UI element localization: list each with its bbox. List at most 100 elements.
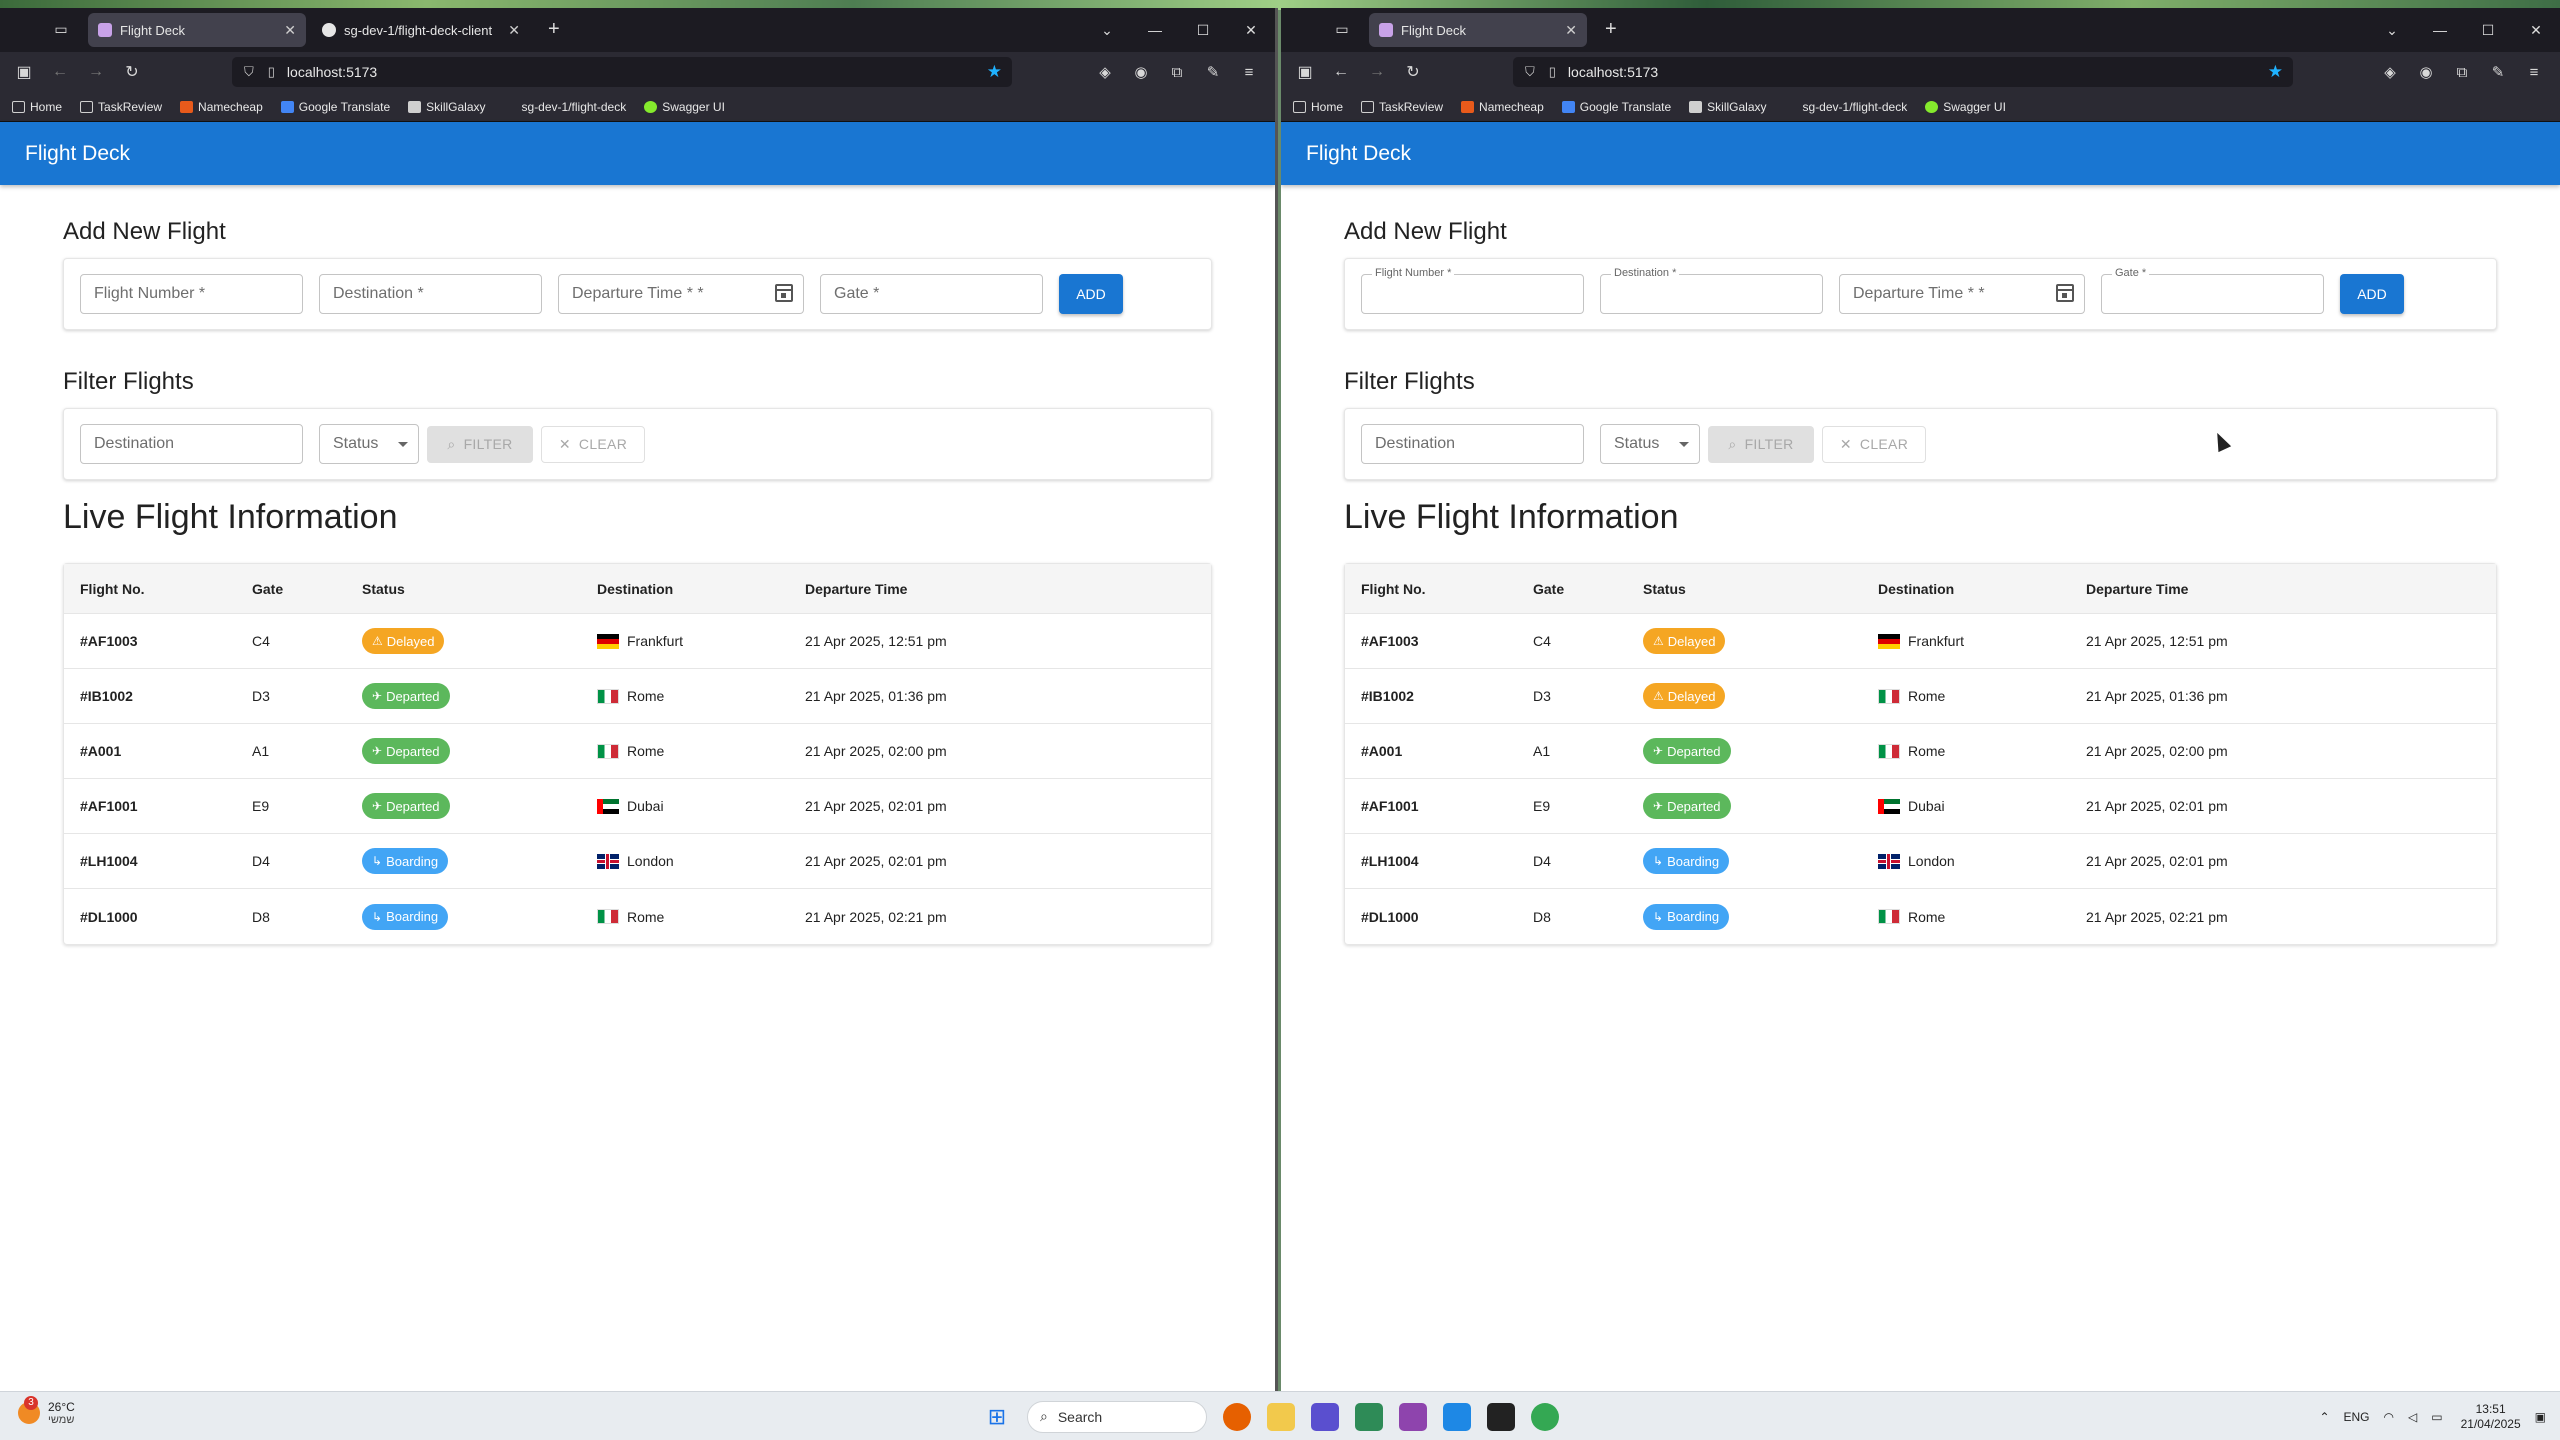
bookmark-namecheap[interactable]: Namecheap <box>180 100 263 114</box>
table-row[interactable]: #LH1004 D4 ↳ Boarding London 21 Apr 2025, 02:… <box>64 834 1211 889</box>
tab-github-client[interactable]: sg-dev-1/flight-deck-client ✕ <box>312 13 530 47</box>
departure-time-input[interactable]: Departure Time * * <box>1839 274 2085 314</box>
gate-input[interactable]: Gate * <box>820 274 1043 314</box>
forward-icon[interactable]: → <box>1359 63 1395 81</box>
header-flight-no[interactable]: Flight No. <box>1361 564 1426 613</box>
status-select[interactable]: Status <box>319 424 419 464</box>
close-window-icon[interactable]: ✕ <box>1227 22 1275 39</box>
firefox-icon[interactable] <box>1223 1402 1251 1431</box>
gate-input[interactable]: Gate * <box>2101 267 2324 314</box>
table-row[interactable]: #A001 A1 ✈ Departed Rome 21 Apr 2025, 02:00 p… <box>64 724 1211 779</box>
reload-icon[interactable]: ↻ <box>114 62 150 82</box>
header-departure-time[interactable]: Departure Time <box>805 564 907 613</box>
add-button[interactable]: ADD <box>2340 274 2404 314</box>
status-select[interactable]: Status <box>1600 424 1700 464</box>
list-all-tabs-icon[interactable]: ⌄ <box>2368 22 2416 39</box>
destination-input[interactable]: Destination * <box>1600 267 1823 314</box>
reload-icon[interactable]: ↻ <box>1395 62 1431 82</box>
chevron-up-icon[interactable]: ⌃ <box>2319 1410 2329 1424</box>
notes-icon[interactable] <box>1355 1402 1383 1431</box>
table-row[interactable]: #AF1003 C4 ⚠ Delayed Frankfurt 21 Apr 2025, 1… <box>1345 614 2496 669</box>
bookmark-namecheap[interactable]: Namecheap <box>1461 100 1544 114</box>
header-status[interactable]: Status <box>362 564 405 613</box>
bookmark-swagger[interactable]: Swagger UI <box>1925 100 2006 114</box>
edit-icon[interactable]: ✎ <box>1195 63 1231 81</box>
destination-filter-input[interactable]: Destination <box>80 424 303 464</box>
minimize-icon[interactable]: — <box>2416 22 2464 38</box>
maximize-icon[interactable]: ☐ <box>1179 22 1227 39</box>
new-tab-button[interactable]: + <box>548 18 560 40</box>
calendar-icon[interactable] <box>775 284 793 302</box>
bookmark-swagger[interactable]: Swagger UI <box>644 100 725 114</box>
clear-button[interactable]: ✕ CLEAR <box>541 425 645 463</box>
bookmark-google-translate[interactable]: Google Translate <box>280 100 390 114</box>
table-row[interactable]: #AF1001 E9 ✈ Departed Dubai 21 Apr 2025, 02:0… <box>1345 779 2496 834</box>
weather-widget[interactable]: 3 26°C שמשי <box>18 1396 75 1426</box>
filter-button[interactable]: ⌕ FILTER <box>427 425 533 463</box>
back-icon[interactable]: ← <box>1323 63 1359 81</box>
tab-list-icon[interactable]: ▭ <box>1329 18 1355 40</box>
back-icon[interactable]: ← <box>42 63 78 81</box>
list-all-tabs-icon[interactable]: ⌄ <box>1083 22 1131 39</box>
header-flight-no[interactable]: Flight No. <box>80 564 145 613</box>
visual-studio-icon[interactable] <box>1399 1402 1427 1431</box>
sidebar-toggle-icon[interactable]: ▣ <box>6 62 42 82</box>
bookmark-home[interactable]: Home <box>12 100 62 114</box>
sidebar-toggle-icon[interactable]: ▣ <box>1287 62 1323 82</box>
forward-icon[interactable]: → <box>78 63 114 81</box>
destination-input[interactable]: Destination * <box>319 274 542 314</box>
bookmark-skillgalaxy[interactable]: SkillGalaxy <box>408 100 486 114</box>
header-destination[interactable]: Destination <box>1878 564 1954 613</box>
table-row[interactable]: #IB1002 D3 ⚠ Delayed Rome 21 Apr 2025, 01:36 … <box>1345 669 2496 724</box>
filter-button[interactable]: ⌕ FILTER <box>1708 425 1814 463</box>
bookmark-google-translate[interactable]: Google Translate <box>1561 100 1671 114</box>
close-window-icon[interactable]: ✕ <box>2512 22 2560 39</box>
bookmark-flight-deck-repo[interactable]: sg-dev-1/flight-deck <box>504 100 627 114</box>
language-indicator[interactable]: ENG <box>2344 1410 2370 1424</box>
header-departure-time[interactable]: Departure Time <box>2086 564 2188 613</box>
new-tab-button[interactable]: + <box>1605 18 1617 40</box>
terminal-icon[interactable] <box>1487 1402 1515 1431</box>
bookmark-taskreview[interactable]: TaskReview <box>80 100 162 114</box>
account-icon[interactable]: ◉ <box>2408 63 2444 81</box>
chrome-icon[interactable] <box>1531 1402 1559 1431</box>
mail-icon[interactable] <box>1311 1402 1339 1431</box>
close-tab-icon[interactable]: ✕ <box>508 22 520 39</box>
vscode-icon[interactable] <box>1443 1402 1471 1431</box>
table-row[interactable]: #AF1001 E9 ✈ Departed Dubai 21 Apr 2025, 02:0… <box>64 779 1211 834</box>
flight-number-input[interactable]: Flight Number * <box>80 274 303 314</box>
menu-icon[interactable]: ≡ <box>1231 64 1267 81</box>
file-explorer-icon[interactable] <box>1267 1402 1295 1431</box>
table-row[interactable]: #DL1000 D8 ↳ Boarding Rome 21 Apr 2025, 02:21… <box>1345 889 2496 944</box>
windows-start-icon[interactable]: ⊞ <box>983 1403 1011 1431</box>
bookmark-skillgalaxy[interactable]: SkillGalaxy <box>1689 100 1767 114</box>
account-icon[interactable]: ◉ <box>1123 63 1159 81</box>
header-status[interactable]: Status <box>1643 564 1686 613</box>
add-button[interactable]: ADD <box>1059 274 1123 314</box>
clock[interactable]: 13:51 21/04/2025 <box>2461 1402 2521 1432</box>
extensions-icon[interactable]: ⧉ <box>1159 64 1195 81</box>
taskbar-search[interactable]: ⌕ Search <box>1027 1400 1207 1433</box>
table-row[interactable]: #IB1002 D3 ✈ Departed Rome 21 Apr 2025, 01:36… <box>64 669 1211 724</box>
wifi-icon[interactable]: ◠ <box>2384 1410 2394 1424</box>
destination-filter-input[interactable]: Destination <box>1361 424 1584 464</box>
tab-list-icon[interactable]: ▭ <box>48 18 74 40</box>
bookmark-home[interactable]: Home <box>1293 100 1343 114</box>
bookmark-star-icon[interactable]: ★ <box>987 62 1002 82</box>
pocket-icon[interactable]: ◈ <box>1087 63 1123 81</box>
header-gate[interactable]: Gate <box>1533 564 1564 613</box>
bookmark-star-icon[interactable]: ★ <box>2268 62 2283 82</box>
header-gate[interactable]: Gate <box>252 564 283 613</box>
volume-icon[interactable]: ◁ <box>2408 1410 2417 1424</box>
tab-flight-deck[interactable]: Flight Deck ✕ <box>88 13 306 47</box>
close-tab-icon[interactable]: ✕ <box>1565 22 1577 39</box>
table-row[interactable]: #A001 A1 ✈ Departed Rome 21 Apr 2025, 02:00 p… <box>1345 724 2496 779</box>
calendar-icon[interactable] <box>2056 284 2074 302</box>
table-row[interactable]: #LH1004 D4 ↳ Boarding London 21 Apr 2025, 02:… <box>1345 834 2496 889</box>
bookmark-flight-deck-repo[interactable]: sg-dev-1/flight-deck <box>1785 100 1908 114</box>
menu-icon[interactable]: ≡ <box>2516 64 2552 81</box>
edit-icon[interactable]: ✎ <box>2480 63 2516 81</box>
table-row[interactable]: #DL1000 D8 ↳ Boarding Rome 21 Apr 2025, 02:21… <box>64 889 1211 944</box>
maximize-icon[interactable]: ☐ <box>2464 22 2512 39</box>
notifications-icon[interactable]: ▣ <box>2535 1410 2546 1424</box>
